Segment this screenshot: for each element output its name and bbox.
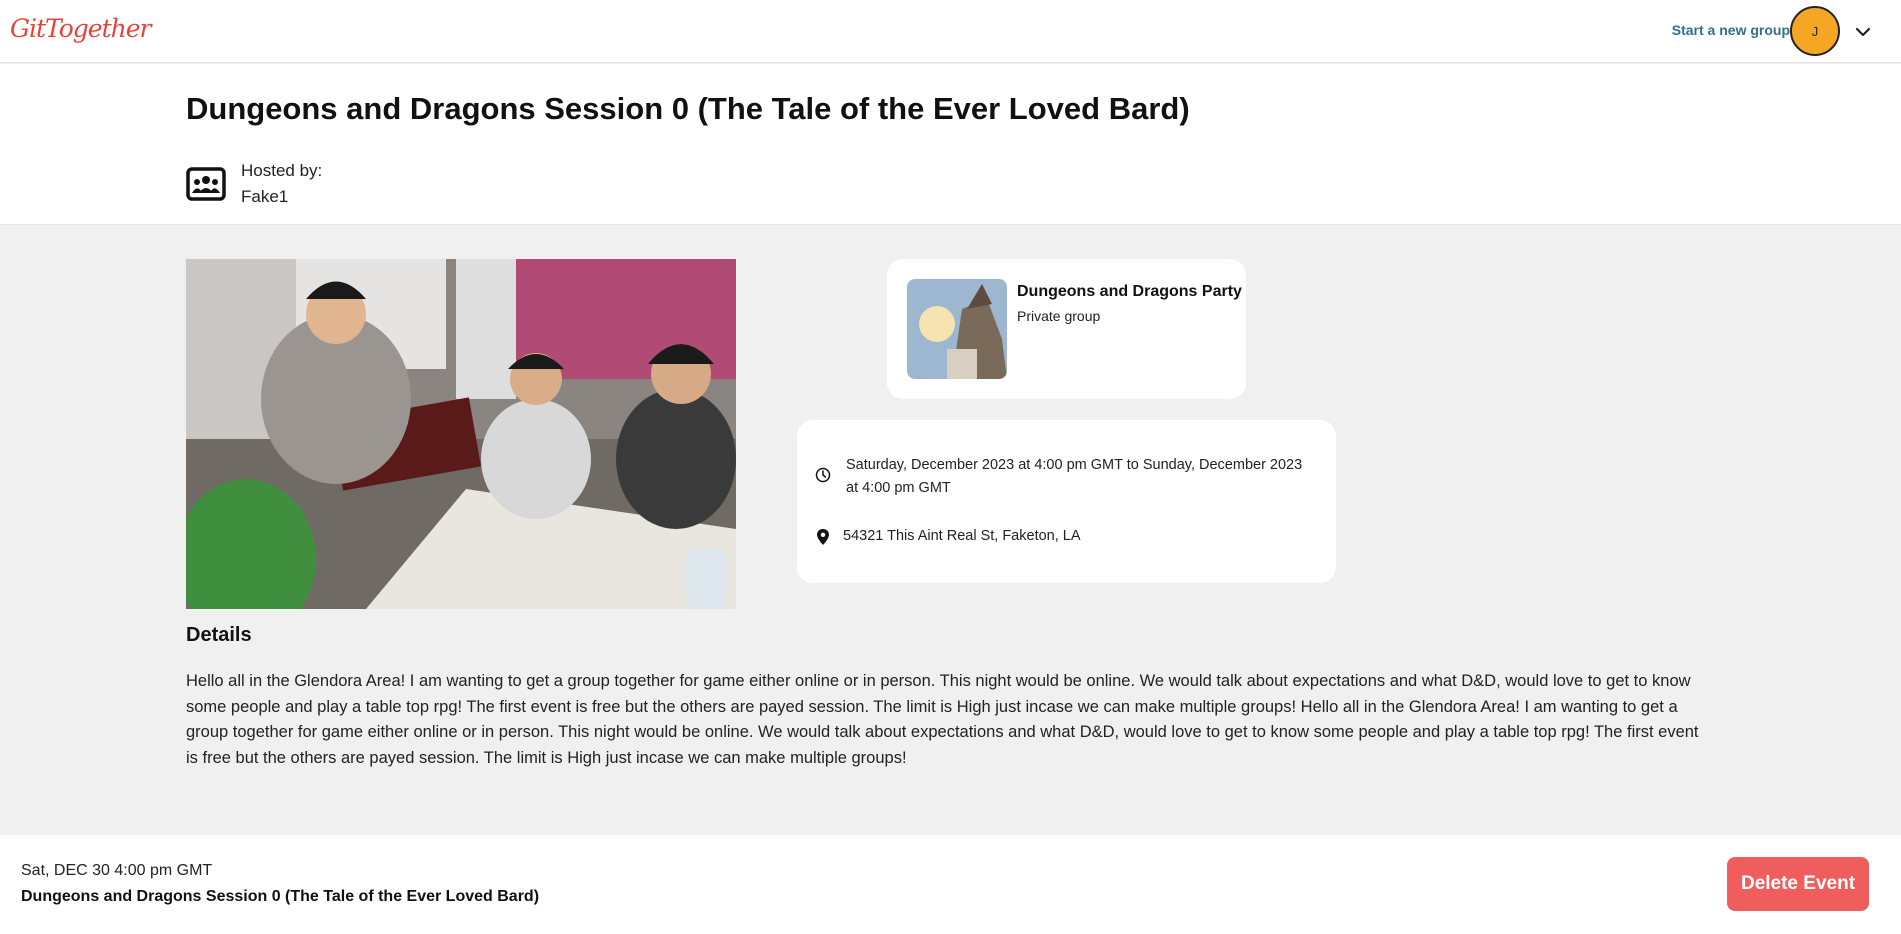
avatar-initial: J (1811, 23, 1819, 39)
event-photo (186, 259, 736, 609)
group-name: Dungeons and Dragons Party (1017, 283, 1242, 300)
delete-event-button[interactable]: Delete Event (1727, 857, 1869, 911)
group-thumbnail (907, 279, 1007, 379)
clock-icon (815, 467, 831, 483)
event-info-card: Saturday, December 2023 at 4:00 pm GMT t… (797, 420, 1336, 583)
details-heading: Details (186, 624, 252, 646)
app-logo[interactable]: GitTogether (10, 14, 151, 43)
event-datetime: Saturday, December 2023 at 4:00 pm GMT t… (846, 457, 1303, 496)
group-icon (186, 167, 226, 201)
group-type: Private group (1017, 308, 1101, 324)
event-footer: Sat, DEC 30 4:00 pm GMT Dungeons and Dra… (0, 835, 1901, 934)
event-address: 54321 This Aint Real St, Faketon, LA (843, 528, 1081, 544)
group-thumbnail-image (907, 279, 1007, 379)
details-text: Hello all in the Glendora Area! I am wan… (186, 672, 1699, 767)
start-new-group-link[interactable]: Start a new group (1672, 22, 1790, 38)
user-avatar[interactable]: J (1790, 6, 1840, 56)
map-pin-icon (817, 529, 829, 545)
event-title: Dungeons and Dragons Session 0 (The Tale… (186, 91, 1190, 126)
event-header: Dungeons and Dragons Session 0 (The Tale… (0, 64, 1901, 225)
footer-date: Sat, DEC 30 4:00 pm GMT (21, 862, 213, 879)
group-card[interactable]: Dungeons and Dragons Party Private group (887, 259, 1246, 399)
event-photo-illustration (186, 259, 736, 609)
host-name[interactable]: Fake1 (241, 187, 288, 207)
chevron-down-icon[interactable] (1853, 22, 1873, 42)
footer-title: Dungeons and Dragons Session 0 (The Tale… (21, 888, 540, 905)
hosted-by-label: Hosted by: (241, 161, 323, 180)
top-nav: GitTogether Start a new group J (0, 0, 1901, 63)
